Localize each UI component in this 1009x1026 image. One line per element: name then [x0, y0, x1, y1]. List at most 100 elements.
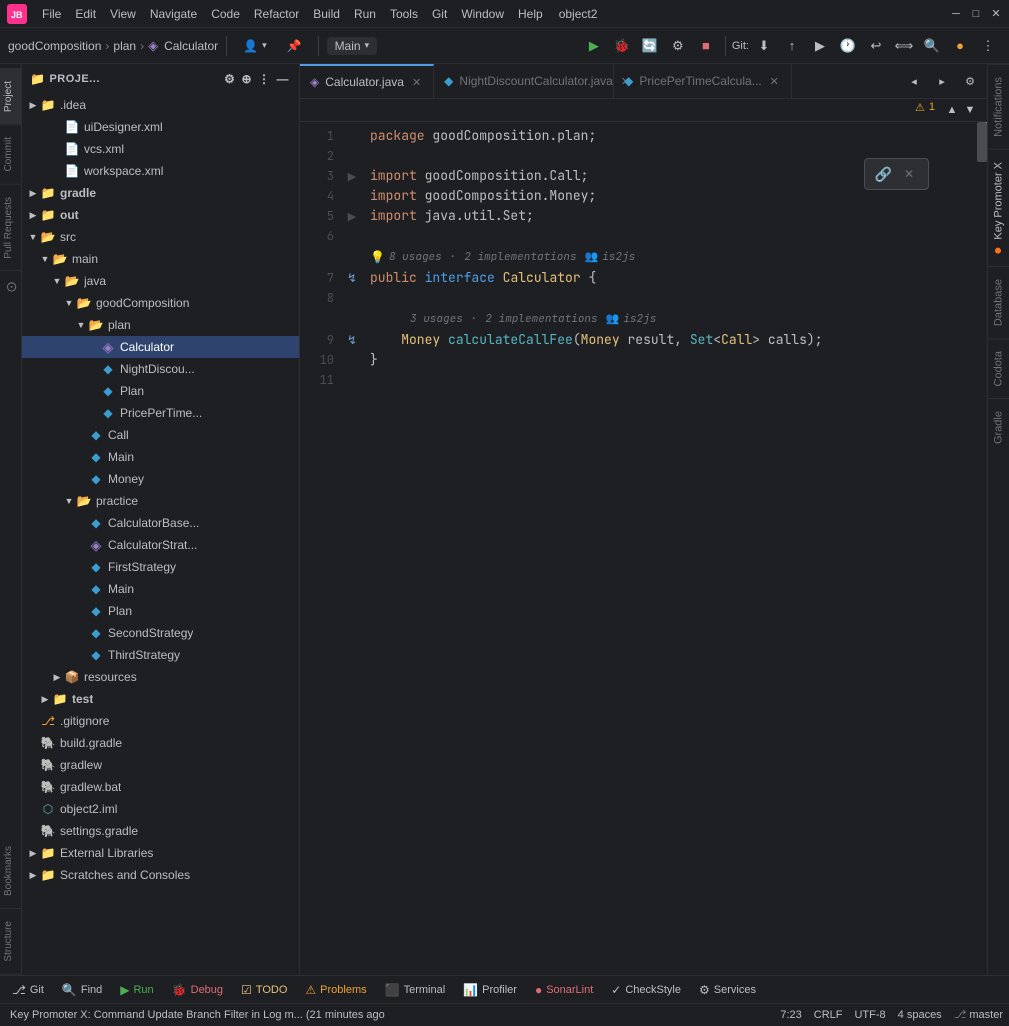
tree-item-java[interactable]: ▼ 📂 java: [22, 270, 299, 292]
tree-item-plan[interactable]: ▼ 📂 plan: [22, 314, 299, 336]
fold-4[interactable]: [342, 186, 362, 206]
tree-item-out[interactable]: ▶ 📁 out: [22, 204, 299, 226]
gutter-run-9[interactable]: ↯: [342, 330, 362, 350]
tree-item-vcs[interactable]: 📄 vcs.xml: [22, 138, 299, 160]
git-fetch-icon[interactable]: ⬇: [751, 33, 777, 59]
tree-item-gradlew[interactable]: 🐘 gradlew: [22, 754, 299, 776]
scrollbar-thumb[interactable]: [977, 122, 987, 162]
menu-navigate[interactable]: Navigate: [144, 5, 203, 23]
tab-calculator[interactable]: ◈ Calculator.java ✕: [300, 64, 434, 98]
hint-implementations-2[interactable]: 2 implementations: [485, 309, 597, 329]
activity-project[interactable]: Project: [0, 68, 21, 124]
git-history-icon[interactable]: 🕐: [835, 33, 861, 59]
tree-item-main-practice[interactable]: ◆ Main: [22, 578, 299, 600]
tab-scroll-left[interactable]: ◂: [901, 68, 927, 94]
tree-item-secondstrat[interactable]: ◆ SecondStrategy: [22, 622, 299, 644]
tree-item-calcstrat[interactable]: ◈ CalculatorStrat...: [22, 534, 299, 556]
menu-refactor[interactable]: Refactor: [248, 5, 305, 23]
user-actions-button[interactable]: 👤 ▾: [235, 37, 274, 55]
run-icon[interactable]: ▶: [581, 33, 607, 59]
hint-usages-1[interactable]: 8 usages: [389, 247, 442, 267]
nav-up-icon[interactable]: ▲: [943, 101, 961, 119]
menu-build[interactable]: Build: [307, 5, 346, 23]
hint-usages-2[interactable]: 3 usages: [410, 309, 463, 329]
editor-scrollbar[interactable]: [977, 122, 987, 975]
status-charset[interactable]: UTF-8: [848, 1004, 891, 1026]
menu-help[interactable]: Help: [512, 5, 549, 23]
bottom-run[interactable]: ▶ Run: [112, 979, 161, 1001]
fold-3[interactable]: ▶: [342, 166, 362, 186]
tree-item-src[interactable]: ▼ 📂 src: [22, 226, 299, 248]
hint-users-1[interactable]: is2js: [602, 247, 635, 267]
breadcrumb-goodcomposition[interactable]: goodComposition: [8, 39, 101, 53]
branch-selector[interactable]: Main ▾: [327, 37, 378, 55]
tree-item-settingsgradle[interactable]: 🐘 settings.gradle: [22, 820, 299, 842]
panel-close-icon[interactable]: —: [275, 70, 292, 88]
breadcrumb-plan[interactable]: plan: [113, 39, 136, 53]
menu-view[interactable]: View: [104, 5, 142, 23]
fold-5[interactable]: ▶: [342, 206, 362, 226]
tree-item-main[interactable]: ▼ 📂 main: [22, 248, 299, 270]
tree-item-call[interactable]: ◆ Call: [22, 424, 299, 446]
tab-nightdiscount[interactable]: ◆ NightDiscountCalculator.java ✕: [434, 64, 614, 98]
sidebar-key-promoter[interactable]: Key Promoter X: [988, 149, 1009, 266]
tree-item-gitignore[interactable]: ⎇ .gitignore: [22, 710, 299, 732]
bottom-sonar[interactable]: ● SonarLint: [527, 979, 601, 1001]
close-button[interactable]: ✕: [989, 7, 1003, 21]
sidebar-database[interactable]: Database: [988, 266, 1009, 338]
fold-6[interactable]: [342, 226, 362, 246]
status-message[interactable]: Key Promoter X: Command Update Branch Fi…: [4, 1004, 391, 1026]
menu-run[interactable]: Run: [348, 5, 382, 23]
panel-settings-icon[interactable]: ⚙: [222, 70, 237, 88]
inline-popup-close-button[interactable]: ✕: [900, 165, 918, 183]
settings-cog-icon[interactable]: ⚙: [665, 33, 691, 59]
tree-item-gradle[interactable]: ▶ 📁 gradle: [22, 182, 299, 204]
tree-item-firststrat[interactable]: ◆ FirstStrategy: [22, 556, 299, 578]
debug-run-icon[interactable]: 🐞: [609, 33, 635, 59]
activity-commit[interactable]: Commit: [0, 124, 21, 183]
panel-gear-icon[interactable]: ⋮: [256, 70, 273, 88]
tab-settings[interactable]: ⚙: [957, 68, 983, 94]
tree-item-nightdiscount[interactable]: ◆ NightDiscou...: [22, 358, 299, 380]
status-crlf[interactable]: CRLF: [808, 1004, 849, 1026]
status-branch[interactable]: ⎇ master: [948, 1004, 1009, 1026]
fold-8[interactable]: [342, 288, 362, 308]
fold-11[interactable]: [342, 370, 362, 390]
more-icon[interactable]: ⋮: [975, 33, 1001, 59]
tree-item-calcbase[interactable]: ◆ CalculatorBase...: [22, 512, 299, 534]
activity-bookmarks[interactable]: Bookmarks: [0, 834, 21, 909]
bottom-todo[interactable]: ☑ TODO: [233, 979, 295, 1001]
fold-10[interactable]: [342, 350, 362, 370]
git-push-icon[interactable]: ↑: [779, 33, 805, 59]
bottom-find[interactable]: 🔍 Find: [54, 979, 110, 1001]
profile-icon[interactable]: ●: [947, 33, 973, 59]
bottom-debug[interactable]: 🐞 Debug: [164, 979, 231, 1001]
activity-structure[interactable]: Structure: [0, 909, 21, 975]
activity-pull-requests[interactable]: Pull Requests: [0, 184, 21, 271]
bottom-problems[interactable]: ⚠ Problems: [297, 979, 374, 1001]
tree-item-goodcomposition[interactable]: ▼ 📂 goodComposition: [22, 292, 299, 314]
menu-tools[interactable]: Tools: [384, 5, 424, 23]
status-indent[interactable]: 4 spaces: [892, 1004, 948, 1026]
fold-1[interactable]: [342, 126, 362, 146]
gutter-run-7[interactable]: ↯: [342, 268, 362, 288]
tree-item-main-java[interactable]: ◆ Main: [22, 446, 299, 468]
tree-item-uidesigner[interactable]: 📄 uiDesigner.xml: [22, 116, 299, 138]
panel-expand-icon[interactable]: ⊕: [239, 70, 254, 88]
sidebar-gradle[interactable]: Gradle: [988, 398, 1009, 456]
status-position[interactable]: 7:23: [774, 1004, 807, 1026]
nav-down-icon[interactable]: ▼: [961, 101, 979, 119]
minimize-button[interactable]: ─: [949, 7, 963, 21]
tree-item-plan-file[interactable]: ◆ Plan: [22, 380, 299, 402]
fold-2[interactable]: [342, 146, 362, 166]
translate-icon[interactable]: ⟺: [891, 33, 917, 59]
menu-edit[interactable]: Edit: [69, 5, 102, 23]
hint-users-2[interactable]: is2js: [623, 309, 656, 329]
bottom-checkstyle[interactable]: ✓ CheckStyle: [603, 979, 689, 1001]
menu-window[interactable]: Window: [455, 5, 510, 23]
hint-implementations-1[interactable]: 2 implementations: [464, 247, 576, 267]
tab-scroll-right[interactable]: ▸: [929, 68, 955, 94]
search-icon[interactable]: 🔍: [919, 33, 945, 59]
tree-item-pricetime[interactable]: ◆ PricePerTime...: [22, 402, 299, 424]
bottom-terminal[interactable]: ⬛ Terminal: [377, 979, 454, 1001]
